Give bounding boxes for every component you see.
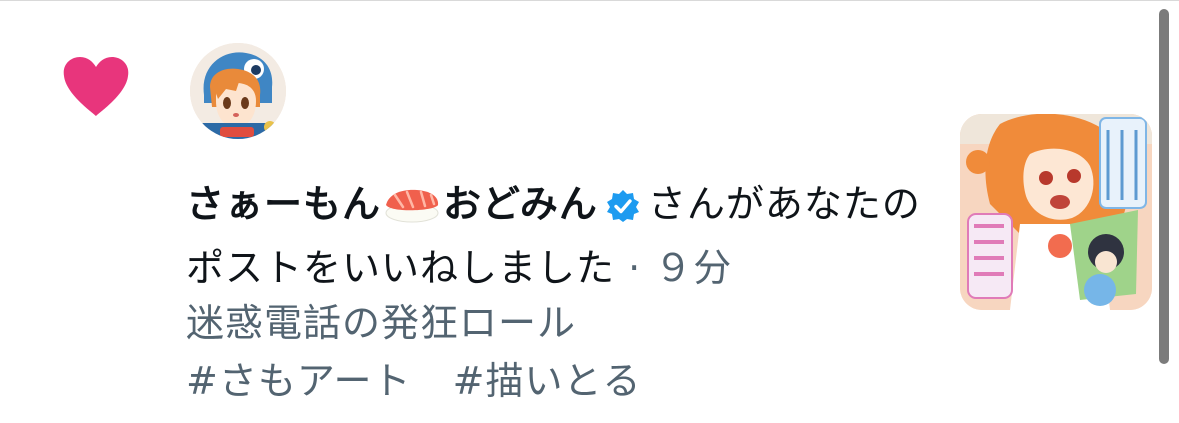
post-thumbnail[interactable] [960,114,1152,310]
hashtag[interactable]: #描いとる [453,359,642,403]
separator-dot: · [615,246,655,290]
top-divider [0,0,1179,1]
timestamp: ９分 [654,246,733,290]
user-name[interactable]: さぁーもん [186,182,381,226]
hashtag-row: #さもアート #描いとる [186,352,926,410]
post-text: 迷惑電話の発狂ロール [186,301,577,345]
verified-badge-icon [606,190,639,222]
user-name-tail[interactable]: おどみん [443,182,598,226]
sushi-emoji [385,189,439,223]
avatar-illustration [190,43,286,139]
heart-icon [63,57,129,116]
thumbnail-illustration [960,114,1152,310]
notification-text: さぁーもん おどみん さんがあなたのポストをいいねしました · ９分 [186,172,926,300]
hashtag[interactable]: #さもアート [186,359,412,403]
post-preview[interactable]: 迷惑電話の発狂ロール #さもアート #描いとる [186,294,926,410]
avatar[interactable] [190,43,286,139]
scrollbar-thumb[interactable] [1159,9,1169,364]
